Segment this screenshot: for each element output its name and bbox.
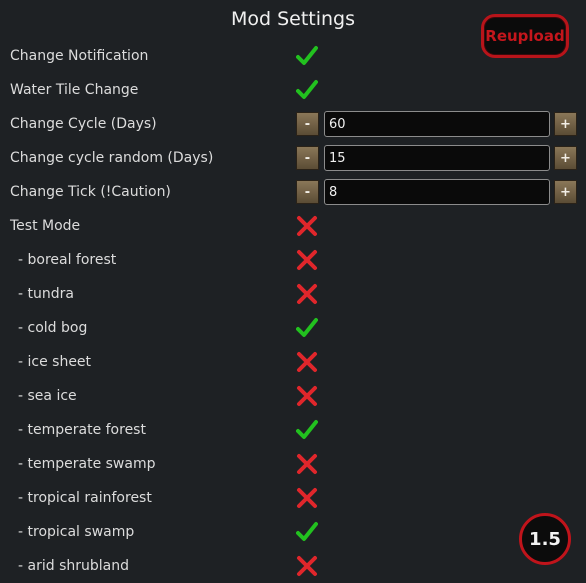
setting-label: - temperate swamp [18,456,156,472]
cross-icon[interactable] [296,555,318,577]
version-badge: 1.5 [519,513,571,565]
setting-row: - tropical rainforest [0,481,586,515]
cross-icon[interactable] [296,283,318,305]
setting-row: - boreal forest [0,243,586,277]
settings-list: Change Notification Water Tile Change Chan… [0,39,586,583]
setting-label: Test Mode [10,218,81,234]
setting-row: - temperate swamp [0,447,586,481]
setting-row: - sea ice [0,379,586,413]
setting-label: - tropical swamp [18,524,135,540]
cross-icon[interactable] [296,249,318,271]
setting-row: - tropical swamp [0,515,586,549]
check-icon[interactable] [296,419,318,441]
setting-row: - cold bog [0,311,586,345]
setting-row: - temperate forest [0,413,586,447]
setting-row: Change cycle random (Days)-+ [0,141,586,175]
setting-row: Test Mode [0,209,586,243]
setting-label: - temperate forest [18,422,146,438]
setting-label: Change Notification [10,48,149,64]
setting-label: - cold bog [18,320,88,336]
setting-label: - sea ice [18,388,77,404]
increment-button[interactable]: + [554,112,577,136]
decrement-button[interactable]: - [296,146,319,170]
number-input[interactable] [324,145,550,171]
setting-label: Change Cycle (Days) [10,116,157,132]
check-icon[interactable] [296,79,318,101]
setting-label: - tundra [18,286,74,302]
setting-label: - tropical rainforest [18,490,152,506]
number-stepper: -+ [296,179,580,205]
setting-label: - arid shrubland [18,558,129,574]
setting-label: Water Tile Change [10,82,139,98]
number-stepper: -+ [296,145,580,171]
number-input[interactable] [324,179,550,205]
setting-row: - tundra [0,277,586,311]
cross-icon[interactable] [296,351,318,373]
setting-row: Change Notification [0,39,586,73]
setting-label: - ice sheet [18,354,92,370]
check-icon[interactable] [296,45,318,67]
number-input[interactable] [324,111,550,137]
setting-label: Change Tick (!Caution) [10,184,171,200]
check-icon[interactable] [296,317,318,339]
cross-icon[interactable] [296,487,318,509]
setting-row: Change Tick (!Caution)-+ [0,175,586,209]
setting-row: Water Tile Change [0,73,586,107]
decrement-button[interactable]: - [296,112,319,136]
setting-label: Change cycle random (Days) [10,150,214,166]
cross-icon[interactable] [296,453,318,475]
number-stepper: -+ [296,111,580,137]
increment-button[interactable]: + [554,180,577,204]
setting-label: - boreal forest [18,252,117,268]
cross-icon[interactable] [296,385,318,407]
decrement-button[interactable]: - [296,180,319,204]
increment-button[interactable]: + [554,146,577,170]
setting-row: - arid shrubland [0,549,586,583]
cross-icon[interactable] [296,215,318,237]
check-icon[interactable] [296,521,318,543]
setting-row: Change Cycle (Days)-+ [0,107,586,141]
setting-row: - ice sheet [0,345,586,379]
